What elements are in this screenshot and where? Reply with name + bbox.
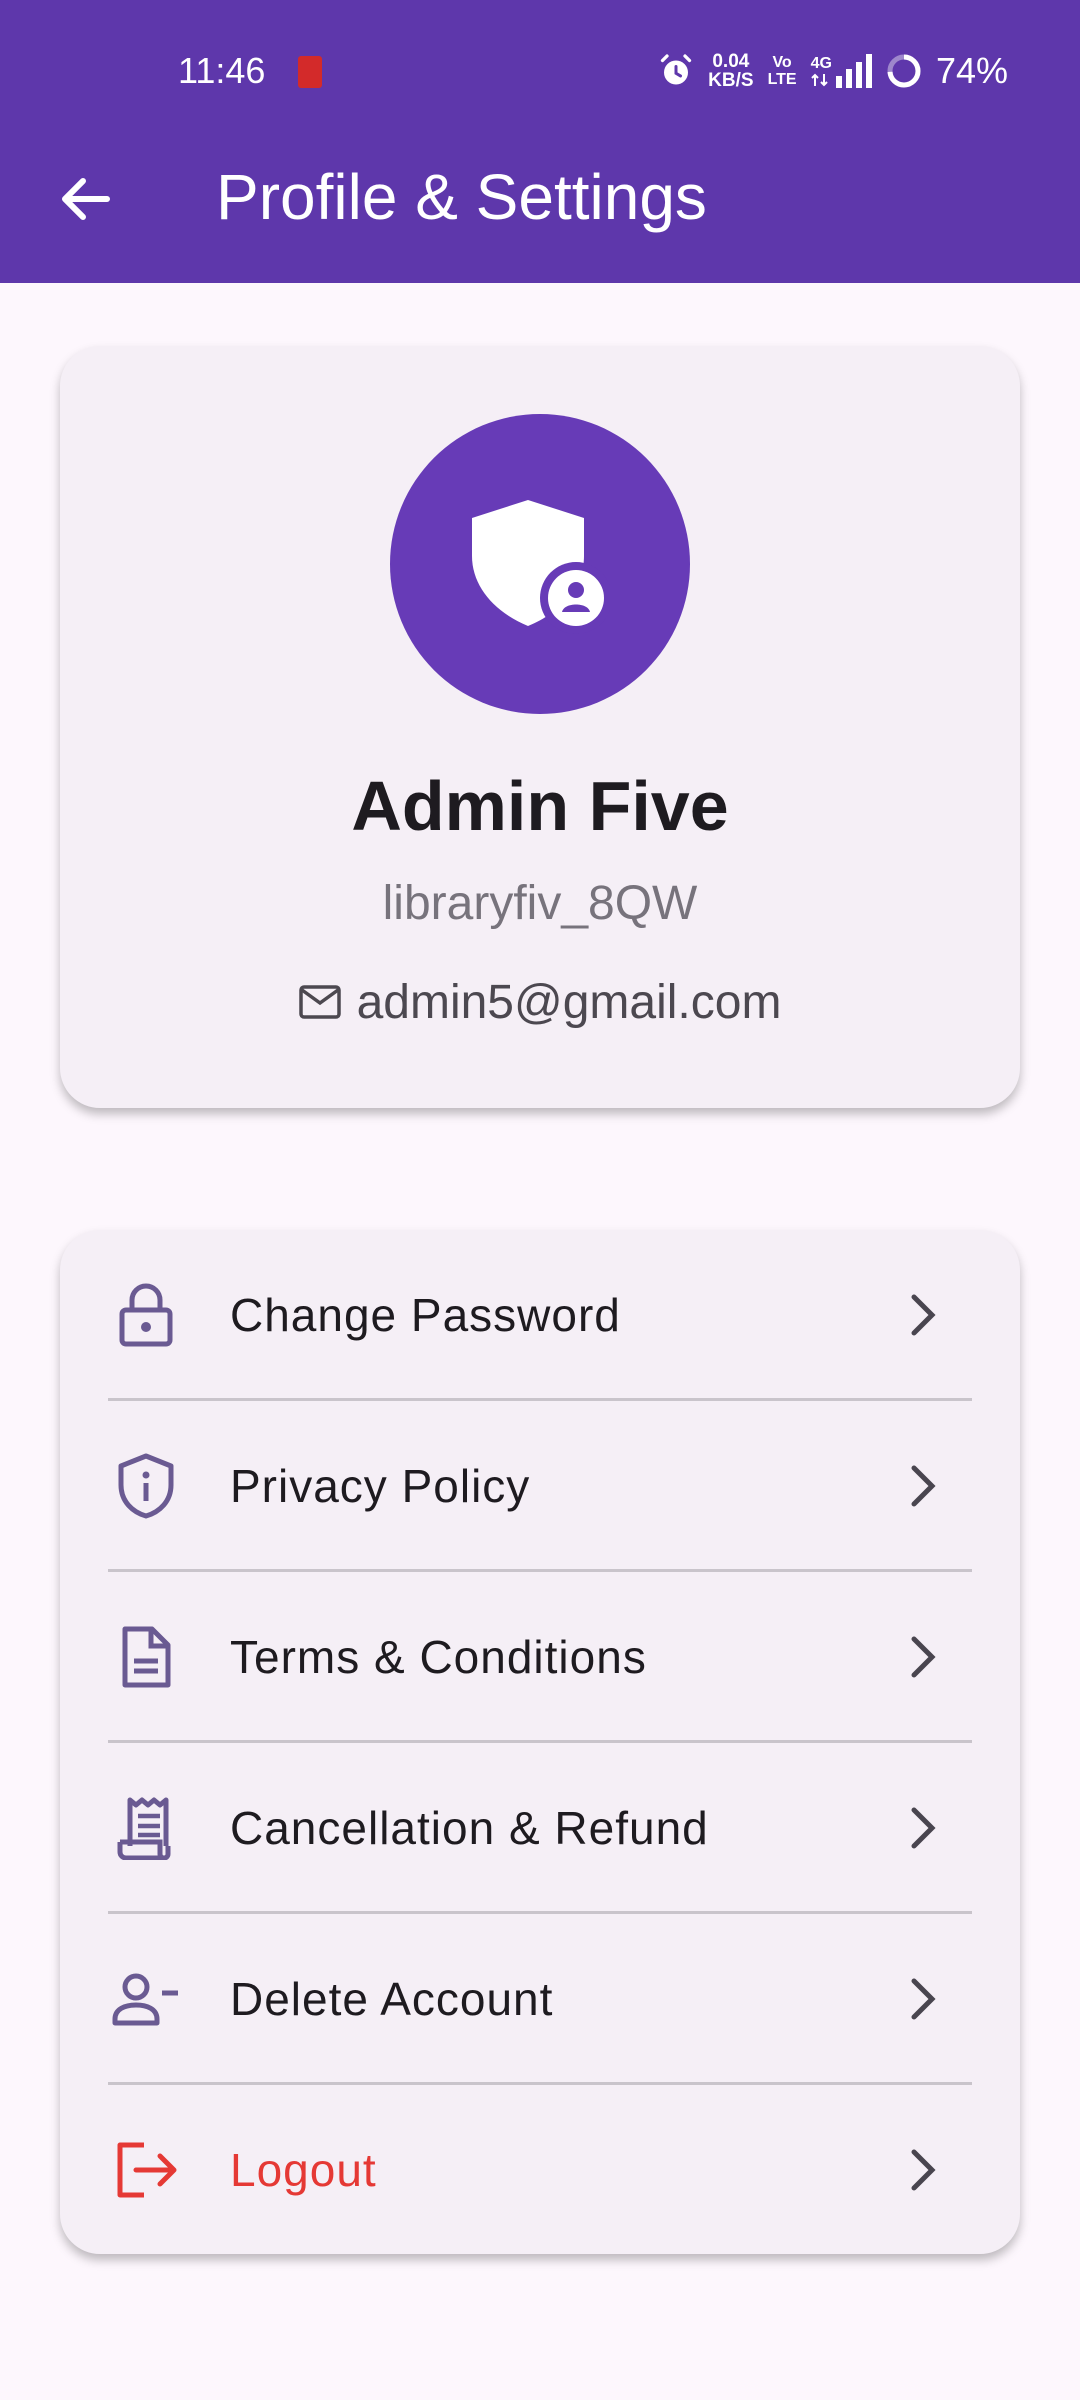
menu-item-change-password[interactable]: Change Password bbox=[60, 1230, 1020, 1400]
network-speed-value: 0.04 bbox=[712, 51, 750, 72]
profile-email: admin5@gmail.com bbox=[356, 975, 782, 1029]
menu-item-cancellation-refund[interactable]: Cancellation & Refund bbox=[60, 1743, 1020, 1913]
arrow-left-icon bbox=[62, 178, 110, 220]
menu-item-label: Logout bbox=[230, 2144, 377, 2196]
shield-info-icon bbox=[110, 1450, 182, 1522]
volte-indicator: Vo LTE bbox=[768, 54, 797, 88]
signal-indicator: 4G bbox=[811, 54, 872, 88]
profile-name: Admin Five bbox=[351, 767, 729, 845]
chevron-right-icon bbox=[898, 1803, 948, 1853]
volte-top-label: Vo bbox=[772, 54, 792, 71]
page-title: Profile & Settings bbox=[216, 161, 707, 233]
chevron-right-icon bbox=[898, 1974, 948, 2024]
menu-item-logout[interactable]: Logout bbox=[60, 2085, 1020, 2255]
chevron-right-icon bbox=[898, 2145, 948, 2195]
lock-icon bbox=[110, 1279, 182, 1351]
menu-item-terms-conditions[interactable]: Terms & Conditions bbox=[60, 1572, 1020, 1742]
network-speed: 0.04 KB/S bbox=[708, 52, 753, 90]
profile-card: Admin Five libraryfiv_8QW admin5@gmail.c… bbox=[60, 346, 1020, 1108]
receipt-icon bbox=[110, 1792, 182, 1864]
logout-icon bbox=[110, 2134, 182, 2206]
notification-app-icon bbox=[298, 56, 322, 88]
menu-item-privacy-policy[interactable]: Privacy Policy bbox=[60, 1401, 1020, 1571]
status-icons: 0.04 KB/S Vo LTE 4G 74% bbox=[658, 46, 1008, 96]
menu-item-label: Terms & Conditions bbox=[230, 1631, 647, 1683]
menu-item-delete-account[interactable]: Delete Account bbox=[60, 1914, 1020, 2084]
menu-item-label: Delete Account bbox=[230, 1973, 554, 2025]
chevron-right-icon bbox=[898, 1461, 948, 1511]
app-bar: 11:46 0.04 KB/S Vo LTE 4G 74% Profile & … bbox=[0, 0, 1080, 283]
profile-username: libraryfiv_8QW bbox=[382, 877, 698, 930]
back-button[interactable] bbox=[50, 166, 120, 232]
status-time: 11:46 bbox=[178, 50, 266, 91]
settings-menu: Change Password Privacy Policy Terms & C… bbox=[60, 1230, 1020, 2254]
profile-email-row: admin5@gmail.com bbox=[60, 972, 1020, 1032]
admin-shield-icon bbox=[472, 500, 610, 634]
chevron-right-icon bbox=[898, 1290, 948, 1340]
menu-item-label: Cancellation & Refund bbox=[230, 1802, 709, 1854]
battery-ring-icon bbox=[887, 54, 921, 88]
data-arrows-icon bbox=[810, 73, 828, 87]
network-type-label: 4G bbox=[810, 55, 832, 72]
network-speed-unit: KB/S bbox=[708, 70, 754, 91]
volte-bottom-label: LTE bbox=[767, 71, 797, 88]
avatar bbox=[390, 414, 690, 714]
menu-item-label: Change Password bbox=[230, 1289, 621, 1341]
document-icon bbox=[110, 1621, 182, 1693]
mail-icon bbox=[298, 985, 341, 1019]
chevron-right-icon bbox=[898, 1632, 948, 1682]
signal-bars-icon bbox=[835, 54, 872, 88]
alarm-icon bbox=[661, 54, 692, 85]
battery-percent: 74% bbox=[935, 50, 1008, 91]
person-remove-icon bbox=[110, 1963, 182, 2035]
menu-item-label: Privacy Policy bbox=[230, 1460, 531, 1512]
